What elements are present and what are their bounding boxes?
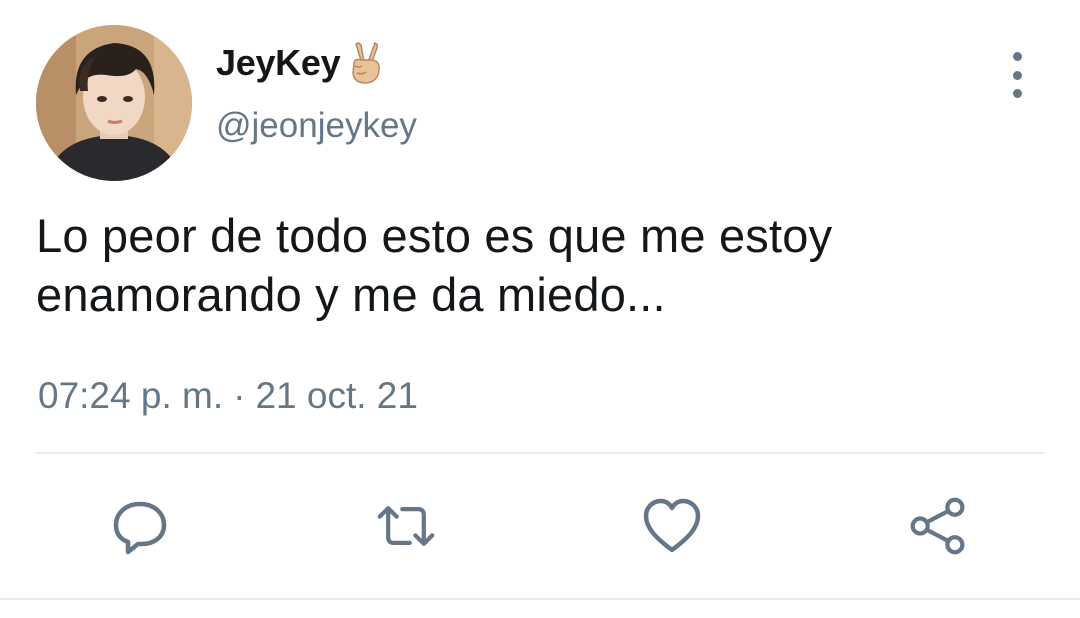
share-button[interactable] [908,496,968,556]
avatar[interactable] [36,25,192,181]
retweet-icon [377,506,435,546]
tweet-card[interactable]: JeyKey @jeonjeykey Lo peor de todo esto … [0,0,1080,618]
avatar-image [36,25,192,181]
author-name-row[interactable]: JeyKey [216,38,386,88]
more-dot-icon [1012,89,1022,98]
tweet-text: Lo peor de todo esto es que me estoy ena… [36,209,833,321]
like-icon [643,498,701,553]
tweet-timestamp[interactable]: 07:24 p. m. · 21 oct. 21 [38,375,418,417]
victory-hand-emoji [352,42,381,84]
reply-button[interactable] [110,496,170,556]
display-name[interactable]: JeyKey [216,42,341,84]
more-options-button[interactable] [1000,52,1034,98]
more-dot-icon [1012,52,1022,61]
share-icon [910,497,965,555]
author-handle[interactable]: @jeonjeykey [216,106,417,146]
like-button[interactable] [642,496,702,556]
retweet-button[interactable] [376,496,436,556]
tweet-date: 21 oct. 21 [255,375,418,416]
divider [0,598,1080,600]
tweet-time: 07:24 p. m. [38,375,224,416]
reply-icon [113,501,167,555]
more-dot-icon [1012,70,1022,80]
divider [36,452,1044,454]
meta-separator: · [233,375,246,416]
